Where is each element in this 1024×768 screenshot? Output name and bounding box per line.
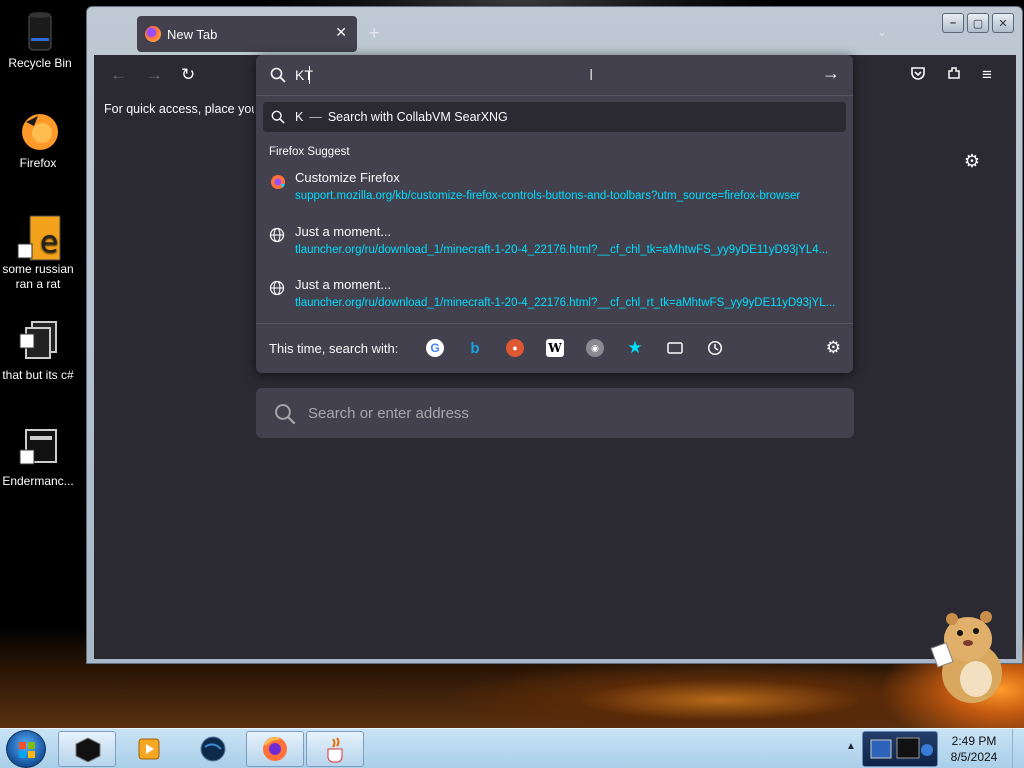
tab-title: New Tab (167, 26, 218, 42)
desktop-icon-label: Endermanc... (2, 474, 74, 488)
show-desktop-button[interactable] (1012, 729, 1024, 768)
firefox-icon (16, 108, 60, 152)
hamburger-menu-icon[interactable]: ≡ (982, 65, 992, 85)
suggestion-item[interactable]: Just a moment... tlauncher.org/ru/downlo… (256, 274, 853, 324)
list-all-tabs-icon[interactable]: ⌄ (877, 25, 887, 39)
tray-icons[interactable] (862, 731, 938, 767)
minimize-button[interactable]: – (942, 13, 964, 33)
suggestion-title: Customize Firefox (295, 170, 400, 185)
firefox-icon (269, 173, 287, 191)
recycle-bin-icon (18, 8, 62, 52)
firefox-icon (263, 737, 287, 761)
suggestion-item[interactable]: Customize Firefox support.mozilla.org/kb… (256, 167, 853, 217)
suggestion-url: tlauncher.org/ru/download_1/minecraft-1-… (295, 244, 829, 256)
one-off-search-bar: This time, search with: G b ● W ◉ ★ ⚙ (256, 325, 853, 373)
close-tab-icon[interactable]: ✕ (335, 24, 347, 41)
search-icon (270, 67, 286, 88)
text-caret (309, 66, 310, 84)
extensions-icon[interactable] (946, 65, 962, 86)
divider (256, 95, 853, 96)
shortcut-icon (16, 426, 60, 470)
separator: — (309, 110, 322, 124)
desktop-icon-rat[interactable]: e some russian ran a rat (0, 214, 78, 292)
suggestion-title: Just a moment... (295, 277, 392, 292)
pocket-icon[interactable] (910, 65, 926, 86)
java-icon (327, 737, 343, 763)
globe-icon (269, 227, 287, 245)
desktop-icon-label: that but its c# (2, 368, 74, 382)
start-button[interactable] (6, 730, 46, 768)
suggestion-url: support.mozilla.org/kb/customize-firefox… (295, 190, 801, 202)
google-icon[interactable]: G (426, 339, 444, 357)
search-query: K (295, 110, 304, 124)
history-clock-icon[interactable] (706, 339, 724, 357)
search-settings-gear-icon[interactable]: ⚙ (826, 338, 841, 358)
search-suggestion-row[interactable]: K — Search with CollabVM SearXNG (263, 102, 846, 132)
bookmarks-toolbar-hint: For quick access, place your bookmarks h… (104, 102, 254, 116)
urlbar-input[interactable]: KT I → (256, 55, 853, 95)
go-arrow-icon[interactable]: → (822, 63, 840, 84)
ibeam-cursor-icon: I (589, 67, 594, 84)
media-player-icon (138, 738, 160, 760)
firefox-suggest-heading: Firefox Suggest (269, 146, 350, 158)
maximize-button[interactable]: ▢ (967, 13, 989, 33)
urlbar-value: KT (295, 67, 313, 83)
search-action: Search with CollabVM SearXNG (327, 110, 508, 124)
newtab-search-box[interactable]: Search or enter address (256, 388, 854, 438)
suggestion-title: Just a moment... (295, 224, 392, 239)
back-arrow-icon[interactable]: ← (110, 65, 127, 85)
suggestion-item[interactable]: Just a moment... tlauncher.org/ru/downlo… (256, 221, 853, 271)
new-tab-plus-icon[interactable]: + (369, 23, 380, 44)
newtab-settings-gear-icon[interactable]: ⚙ (964, 151, 980, 172)
divider (256, 323, 853, 324)
taskbar-app-globe[interactable] (184, 731, 242, 767)
taskbar-app-media-player[interactable] (120, 731, 178, 767)
duckduckgo-icon[interactable]: ● (506, 339, 524, 357)
wikipedia-icon[interactable]: W (546, 339, 564, 357)
ie-shortcut-icon: e (16, 214, 61, 261)
tabs-icon[interactable] (666, 339, 684, 357)
tab-new-tab[interactable]: New Tab ✕ (137, 16, 357, 52)
clock-date: 8/5/2024 (950, 750, 998, 764)
hamster-mascot-icon (930, 605, 1008, 705)
search-icon (271, 110, 285, 127)
globe-icon (269, 280, 287, 298)
globe-app-icon (200, 736, 226, 762)
bookmarks-star-icon[interactable]: ★ (626, 338, 644, 357)
desktop-icon-label: some russian ran a rat (2, 262, 74, 291)
show-hidden-icons-icon[interactable]: ▲ (846, 741, 856, 752)
firefox-tab-icon (145, 26, 161, 42)
close-window-button[interactable]: ✕ (992, 13, 1014, 33)
desktop-icon-endermanch[interactable]: Endermanc... (0, 426, 78, 489)
taskbar: ▲ 2:49 PM 8/5/2024 (0, 728, 1024, 768)
search-icon (274, 403, 296, 429)
desktop-icon-csharp[interactable]: that but its c# (0, 320, 78, 383)
terminal-icon (75, 737, 101, 762)
forward-arrow-icon[interactable]: → (146, 65, 163, 85)
taskbar-app-terminal[interactable] (58, 731, 116, 767)
clock-time: 2:49 PM (951, 734, 997, 748)
searxng-icon[interactable]: ◉ (586, 339, 604, 357)
desktop-icon-label: Recycle Bin (8, 56, 72, 70)
taskbar-app-java[interactable] (306, 731, 364, 767)
suggestion-url: tlauncher.org/ru/download_1/minecraft-1-… (295, 297, 835, 309)
shortcut-icon (16, 320, 60, 364)
windows-logo-icon (19, 742, 35, 758)
bing-icon[interactable]: b (466, 339, 484, 357)
network-monitor-icon (870, 737, 933, 759)
desktop-icon-firefox[interactable]: Firefox (0, 108, 78, 171)
system-clock[interactable]: 2:49 PM 8/5/2024 (944, 733, 1004, 765)
urlbar-dropdown: KT I → K — Search with CollabVM SearXNG … (256, 55, 853, 373)
taskbar-app-firefox[interactable] (246, 731, 304, 767)
search-placeholder: Search or enter address (308, 405, 469, 422)
window-controls: – ▢ ✕ (942, 13, 1014, 33)
svg-text:e: e (40, 225, 58, 260)
title-bar: New Tab ✕ + ⌄ – ▢ ✕ (87, 7, 1022, 55)
one-off-label: This time, search with: (269, 341, 399, 356)
desktop-icon-recycle-bin[interactable]: Recycle Bin (0, 8, 80, 71)
desktop-icon-label: Firefox (19, 156, 57, 170)
reload-icon[interactable]: ↻ (181, 65, 195, 85)
